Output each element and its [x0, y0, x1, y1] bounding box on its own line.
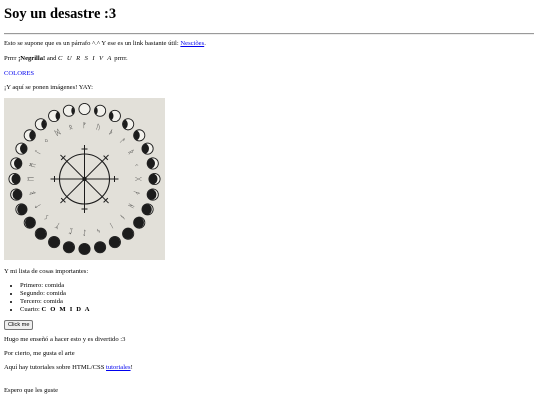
- rune-glyph-icon: ᚱ: [126, 148, 135, 156]
- format-post: prrrr.: [112, 55, 128, 62]
- colores-text: COLORES: [4, 70, 35, 77]
- italic-text: C U R S I V A: [58, 55, 113, 62]
- rune-glyph-icon: ᛊ: [42, 213, 51, 222]
- moon-shadow-shape: [133, 217, 144, 228]
- rune-glyph-icon: ᚢ: [95, 123, 101, 132]
- list-item-prefix: Cuarto:: [20, 305, 42, 313]
- rune-glyph-icon: ᛈ: [68, 226, 74, 235]
- wheel-spoke: [60, 154, 85, 180]
- wheel-spoke: [60, 178, 85, 204]
- rune-glyph-icon: ᛗ: [28, 162, 37, 168]
- list-item: Tercero: comida: [20, 298, 91, 306]
- rune-glyph-icon: ᛜ: [42, 137, 51, 146]
- list-intro: Y mi lista de cosas importantes:: [4, 268, 89, 275]
- moon-shadow-shape: [147, 158, 155, 169]
- rune-glyph-icon: ᛏ: [34, 202, 43, 210]
- list-item: Segundo: comida: [20, 290, 91, 298]
- tutorials-paragraph: Aquí hay tutoriales sobre HTML/CSS tutor…: [4, 364, 133, 372]
- moon-shadow-shape: [17, 204, 27, 215]
- hugo-paragraph: Hugo me enseñó a hacer esto y es diverti…: [4, 336, 126, 343]
- list-item: Primero: comida: [20, 282, 91, 290]
- moon-shadow-shape: [14, 158, 22, 169]
- divider: [4, 33, 534, 35]
- intro-period: .: [204, 40, 206, 47]
- wheel-spoke: [84, 178, 109, 204]
- moon-runes-image: ᚠ ᚢᚦᚨᚱᚲ ᚷ ᚹᚺᚾᛁᛃ ᛇᛈᛉᛊᛏᛒ ᛖ ᛗᛚᛜᛞᛟ: [4, 98, 165, 260]
- rune-glyph-icon: ᛞ: [54, 128, 62, 137]
- rune-glyph-icon: ᚠ: [82, 122, 86, 130]
- page: Soy un desastre :3 Esto se supone que es…: [0, 0, 540, 405]
- important-list: Primero: comida Segundo: comida Tercero:…: [4, 282, 91, 314]
- wheel-spoke: [84, 154, 109, 180]
- moon-shadow-shape: [11, 173, 20, 185]
- moon-shadow-shape: [133, 130, 140, 141]
- rune-glyph-icon: ᛒ: [28, 190, 37, 196]
- rune-glyph-icon: ᚹ: [132, 190, 141, 196]
- list-item-bold: C O M I D A: [41, 305, 91, 313]
- tutorials-text: Aquí hay tutoriales sobre HTML/CSS: [4, 364, 107, 371]
- format-paragraph: Prrrr ¡Negrilla! and C U R S I V A prrrr…: [4, 55, 128, 63]
- moon-runes-drawing: ᚠ ᚢᚦᚨᚱᚲ ᚷ ᚹᚺᚾᛁᛃ ᛇᛈᛉᛊᛏᛒ ᛖ ᛗᛚᛜᛞᛟ: [4, 98, 165, 260]
- page-title: Soy un desastre :3: [4, 6, 117, 22]
- nesciones-link[interactable]: Nesciões: [180, 40, 204, 47]
- list-item: Cuarto: C O M I D A: [20, 306, 91, 314]
- intro-text: Esto se supone que es un párrafo ^.^ Y e…: [4, 40, 181, 47]
- arte-paragraph: Por cierto, me gusta el arte: [4, 350, 75, 357]
- rune-glyph-icon: ᚷ: [134, 177, 142, 182]
- rune-glyph-icon: ᚲ: [132, 162, 141, 168]
- moon-shadow-shape: [29, 130, 36, 141]
- rune-glyph-icon: ᛖ: [27, 177, 35, 181]
- tutorials-excl: !: [130, 364, 133, 371]
- closing-paragraph: Espero que les guste: [4, 387, 59, 394]
- rune-glyph-icon: ᚾ: [118, 213, 127, 222]
- moon-shadow-shape: [142, 204, 152, 215]
- rune-glyph-icon: ᛟ: [68, 123, 74, 132]
- images-paragraph: ¡Y aquí se ponen imágenes! YAY:: [4, 84, 93, 91]
- rune-glyph-icon: ᛃ: [95, 226, 101, 235]
- tutoriales-link[interactable]: tutoriales: [106, 364, 131, 371]
- rune-glyph-icon: ᛚ: [34, 148, 43, 156]
- rune-glyph-icon: ᚨ: [118, 137, 127, 146]
- moon-shadow-shape: [149, 173, 158, 185]
- moon-shadow-shape: [25, 217, 36, 228]
- format-mid: and: [45, 55, 59, 62]
- rune-glyph-icon: ᛉ: [54, 221, 62, 230]
- rune-glyph-icon: ᛇ: [82, 229, 86, 237]
- bold-text: ¡Negrilla!: [18, 55, 46, 62]
- format-pre: Prrrr: [4, 55, 19, 62]
- moon-phase-icon: [78, 102, 91, 116]
- click-me-button[interactable]: Click me: [4, 320, 34, 330]
- rune-glyph-icon: ᛁ: [107, 221, 115, 230]
- rune-glyph-icon: ᚺ: [126, 202, 135, 210]
- rune-glyph-icon: ᚦ: [107, 128, 115, 137]
- intro-paragraph: Esto se supone que es un párrafo ^.^ Y e…: [4, 40, 206, 48]
